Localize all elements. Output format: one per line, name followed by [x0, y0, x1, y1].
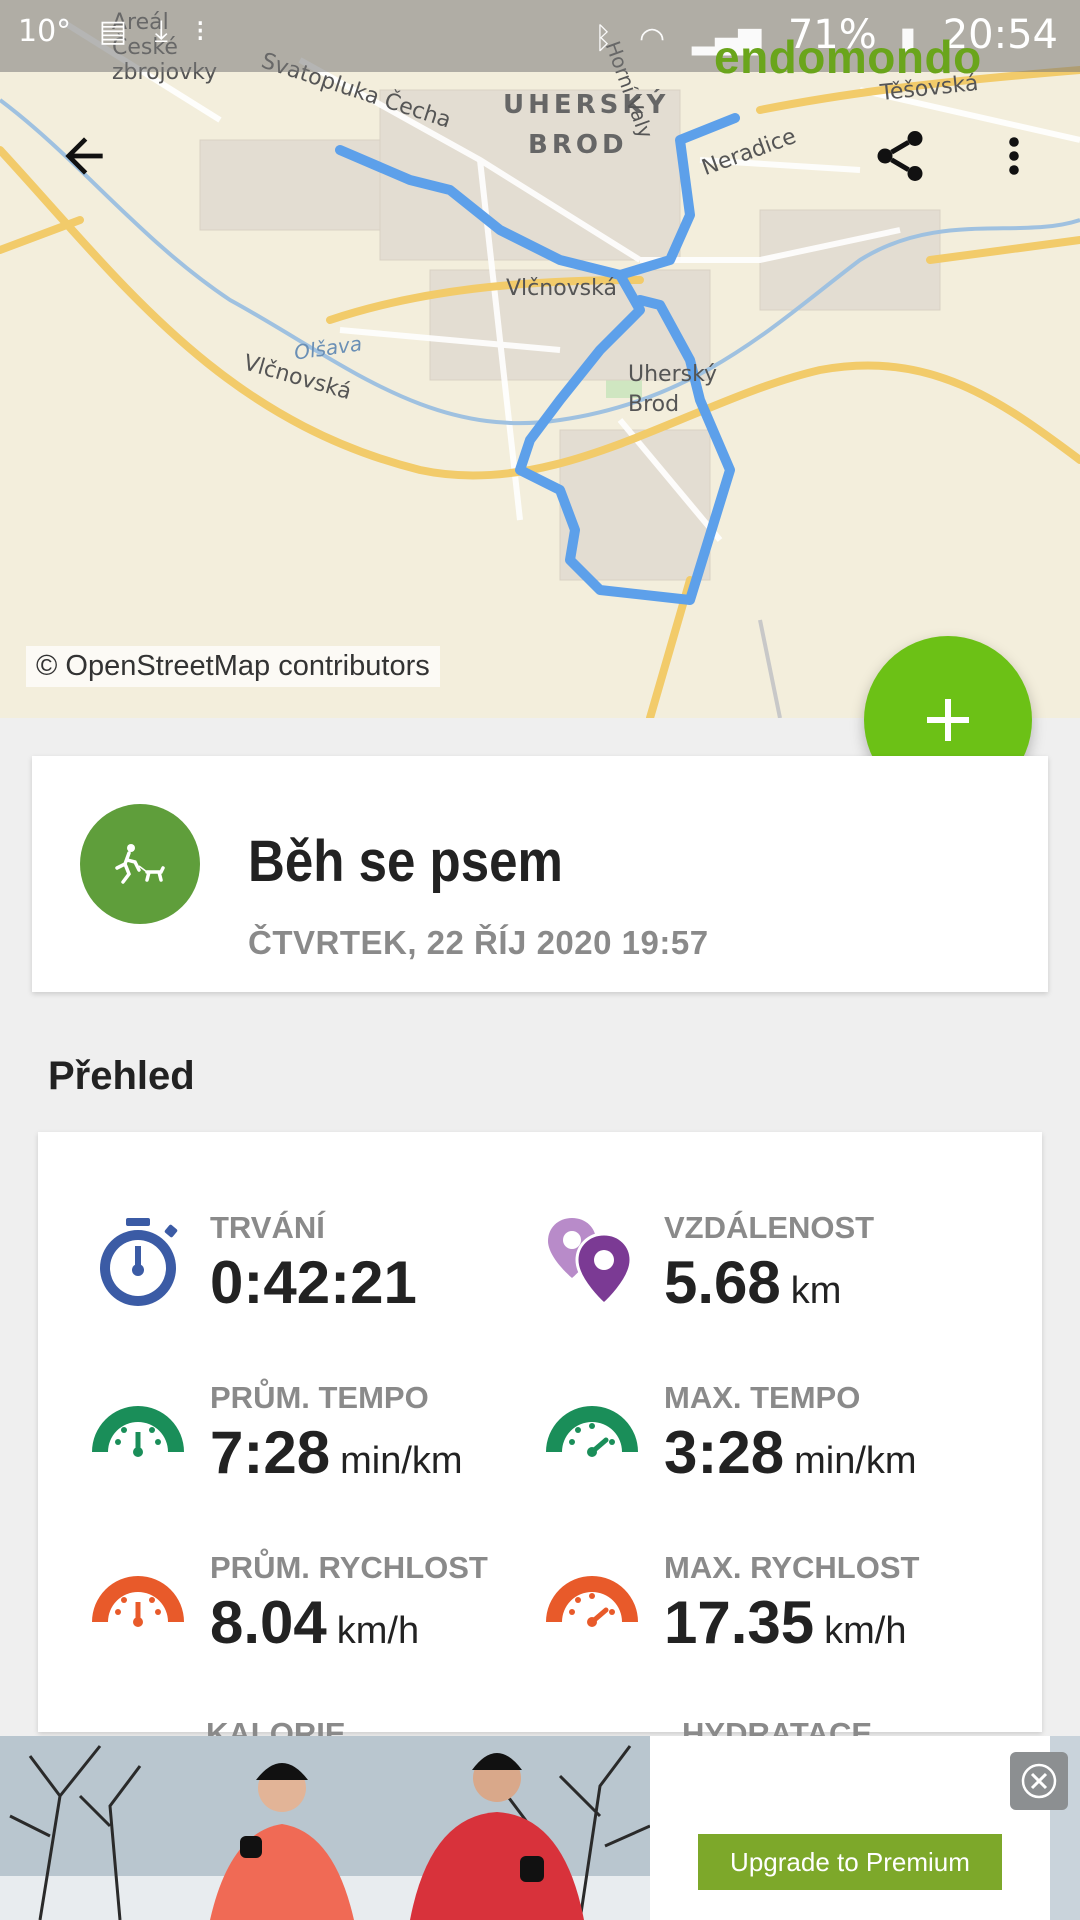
map-attribution[interactable]: © OpenStreetMap contributors	[26, 646, 440, 687]
stat-value-line: 17.35 km/h	[664, 1588, 907, 1657]
stat-value-line: 3:28 min/km	[664, 1418, 917, 1487]
speedometer-icon	[546, 1406, 638, 1457]
stat-avg-pace: PRŮM. TEMPO 7:28 min/km	[88, 1380, 548, 1532]
map-pin-icon	[548, 1218, 633, 1307]
speedometer-icon	[92, 1576, 184, 1627]
stat-unit: km	[790, 1270, 842, 1312]
stat-value: 5.68	[664, 1249, 781, 1316]
stat-max-pace: MAX. TEMPO 3:28 min/km	[542, 1380, 1002, 1532]
stats-card: TRVÁNÍ 0:42:21 VZDÁLENOST 5.68 km PRŮM. T…	[38, 1132, 1042, 1732]
stat-value-line: 5.68 km	[664, 1248, 841, 1317]
stat-unit: min/km	[340, 1440, 463, 1482]
map-label-district: Uherský Brod	[628, 362, 718, 417]
stat-label: TRVÁNÍ	[210, 1210, 325, 1245]
stat-value: 8.04	[210, 1589, 327, 1656]
map-label-city-2: BROD	[528, 130, 628, 160]
activity-date: ČTVRTEK, 22 ŘÍJ 2020 19:57	[248, 924, 709, 961]
stat-label: PRŮM. TEMPO	[210, 1380, 429, 1415]
stopwatch-icon	[100, 1218, 178, 1306]
stat-value: 0:42:21	[210, 1249, 417, 1316]
overview-title: Přehled	[48, 1054, 195, 1098]
running-with-dog-icon	[80, 804, 200, 924]
stat-value: 17.35	[664, 1589, 815, 1656]
stat-max-speed: MAX. RYCHLOST 17.35 km/h	[542, 1550, 1002, 1702]
news-icon: ▤	[98, 14, 128, 49]
ad-brand-panel	[650, 1736, 1050, 1920]
upgrade-premium-button[interactable]: Upgrade to Premium	[698, 1834, 1002, 1890]
stat-unit: min/km	[794, 1440, 917, 1482]
ad-banner[interactable]	[0, 1736, 1080, 1920]
arrow-back-icon	[65, 137, 103, 175]
stat-value: 7:28	[210, 1419, 331, 1486]
share-button[interactable]	[860, 116, 940, 196]
bluetooth-icon: ᛒ	[594, 21, 613, 56]
download-icon: ⤓	[154, 14, 168, 49]
activity-card: Běh se psem ČTVRTEK, 22 ŘÍJ 2020 19:57	[32, 756, 1048, 992]
plus-icon	[927, 699, 969, 741]
stat-label: MAX. TEMPO	[664, 1380, 861, 1415]
ad-close-icon[interactable]	[1010, 1752, 1068, 1810]
stat-distance: VZDÁLENOST 5.68 km	[542, 1210, 1002, 1362]
stat-label: VZDÁLENOST	[664, 1210, 875, 1245]
ad-runners-image	[0, 1736, 650, 1920]
more-vert-icon	[1009, 137, 1019, 175]
stat-unit: km/h	[336, 1610, 420, 1652]
stat-avg-speed: PRŮM. RYCHLOST 8.04 km/h	[88, 1550, 548, 1702]
stat-label: PRŮM. RYCHLOST	[210, 1550, 488, 1585]
activity-title: Běh se psem	[248, 829, 563, 894]
back-button[interactable]	[44, 116, 124, 196]
map-label-vlcnovska-1: Vlčnovská	[506, 276, 617, 301]
stat-unit: km/h	[824, 1610, 907, 1652]
stat-duration: TRVÁNÍ 0:42:21	[88, 1210, 548, 1362]
more-dots-icon: ⁝	[195, 14, 205, 49]
stat-value-line: 8.04 km/h	[210, 1588, 419, 1657]
route-map[interactable]: UHERSKÝ BROD Svatopluka Čecha Areál Česk…	[0, 0, 1080, 718]
stat-value-line: 7:28 min/km	[210, 1418, 463, 1487]
stat-value: 3:28	[664, 1419, 785, 1486]
share-icon	[877, 131, 923, 181]
speedometer-icon	[546, 1576, 638, 1627]
temperature-text: 10°	[18, 14, 72, 49]
stat-label: MAX. RYCHLOST	[664, 1550, 920, 1585]
wifi-icon: ◠	[639, 21, 666, 56]
endomondo-logo: endomondo	[714, 31, 982, 83]
speedometer-icon	[92, 1406, 184, 1457]
stat-value-line: 0:42:21	[210, 1248, 417, 1317]
more-options-button[interactable]	[974, 116, 1054, 196]
